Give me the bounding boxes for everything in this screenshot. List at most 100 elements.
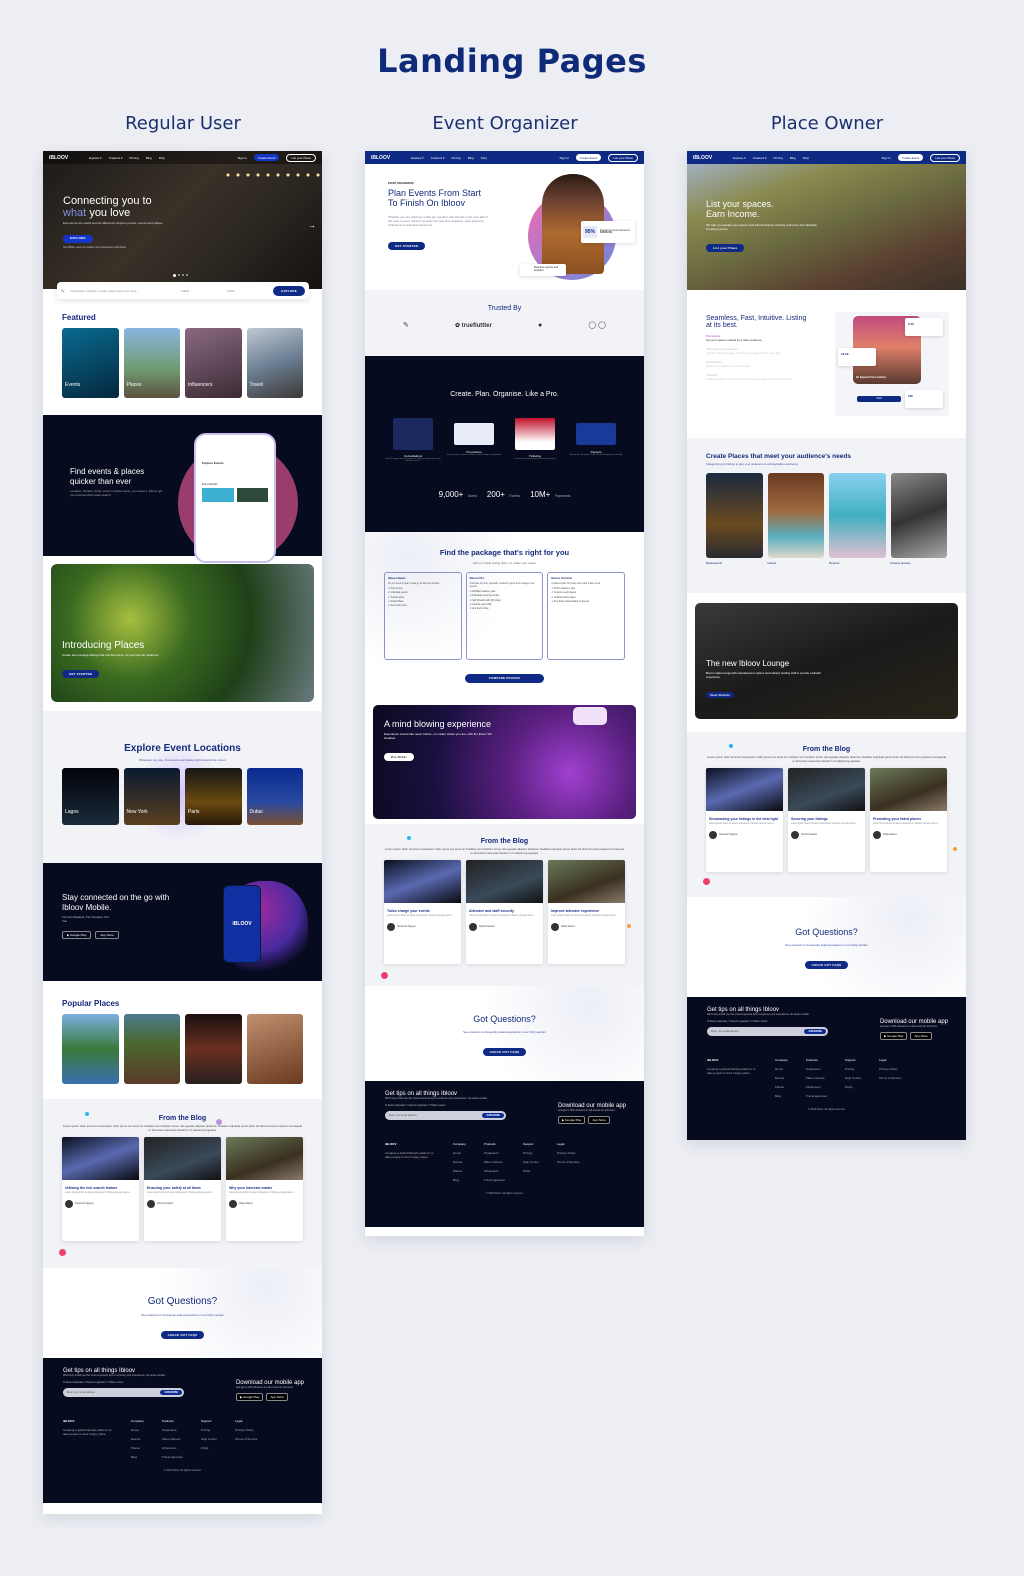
nav-creators[interactable]: Creators ▾ — [753, 156, 767, 160]
blog-card[interactable]: Turbo charge your events Lorem ipsum dolo… — [384, 859, 461, 964]
lounge-view-details-button[interactable]: View Details — [706, 692, 734, 698]
compare-pricing-button[interactable]: COMPARE PRICING — [464, 673, 545, 683]
email-input[interactable]: Enter your email address SUBSCRIBE — [707, 1027, 828, 1037]
faq-button[interactable]: CHECK OUT FAQS — [482, 1048, 527, 1056]
faq-button[interactable]: CHECK OUT FAQS — [804, 961, 849, 969]
hero-list-place-button[interactable]: List your Place — [706, 243, 745, 252]
plan-card-pro[interactable]: Ibloov Pro Full suite of tools, specially… — [465, 572, 544, 660]
google-play-button[interactable]: ▶ Google Play — [235, 1392, 264, 1401]
find-subtitle: Location, Creator, Artist, event or plac… — [70, 489, 163, 498]
nav-explore[interactable]: Explore ▾ — [411, 156, 424, 160]
hero-subtitle: Whether you are planning a little get to… — [388, 214, 488, 227]
google-play-button[interactable]: ▶ Google Play — [879, 1031, 908, 1040]
locations-subtitle: Wherever you are, find events and places… — [139, 758, 226, 762]
category-resorts[interactable]: Resorts — [829, 473, 886, 565]
featured-card-influencers[interactable]: Influencers — [185, 328, 242, 398]
blog-card[interactable]: Ensuring your safety at all times Lorem i… — [144, 1136, 221, 1241]
sign-in-link[interactable]: Sign In — [237, 156, 246, 160]
trusted-title: Trusted By — [487, 305, 522, 312]
popular-place-card[interactable] — [123, 1014, 180, 1084]
location-card-new-york[interactable]: New York — [123, 768, 180, 825]
subscribe-button[interactable]: SUBSCRIBE — [804, 1029, 826, 1035]
plan-card-basic[interactable]: Ibloov Basic All you need to start creati… — [384, 572, 462, 660]
hero-get-started-button[interactable]: GET STARTED — [388, 241, 426, 250]
blog-card[interactable]: Improve attendee experience Lorem ipsum d… — [548, 859, 625, 964]
app-store-button[interactable]: App Store — [95, 931, 119, 940]
create-event-button[interactable]: Create Event — [897, 154, 924, 161]
nav-pricing[interactable]: Pricing — [452, 156, 461, 160]
location-card-lagos[interactable]: Lagos — [62, 768, 119, 825]
list-place-button[interactable]: List your Place — [608, 153, 638, 162]
logo[interactable]: iBLOOV — [693, 155, 712, 161]
carousel-next-arrow-icon[interactable]: → — [308, 221, 316, 230]
nav-pricing[interactable]: Pricing — [130, 156, 139, 160]
nav-explore[interactable]: Explore ▾ — [733, 156, 746, 160]
popular-place-card[interactable] — [246, 1014, 303, 1084]
category-hotels[interactable]: Hotels — [767, 473, 824, 565]
location-card-dubai[interactable]: Dubai — [246, 768, 303, 825]
google-play-button[interactable]: ▶ Google Play — [62, 931, 92, 940]
find-events-section: Find events & places quicker than ever L… — [43, 415, 322, 563]
plan-feature: ✔ And much more... — [388, 605, 409, 608]
nav-faq[interactable]: FAQ — [481, 156, 487, 160]
email-input[interactable]: Enter your email address SUBSCRIBE — [385, 1111, 506, 1121]
nav-faq[interactable]: FAQ — [159, 156, 165, 160]
partner-logo-truefluttter: ✿ truefluttter — [454, 322, 492, 329]
popular-place-card[interactable] — [62, 1014, 119, 1084]
google-play-button[interactable]: ▶ Google Play — [557, 1115, 586, 1124]
carousel-dots[interactable] — [173, 274, 188, 277]
subscribe-button[interactable]: SUBSCRIBE — [482, 1113, 504, 1119]
blog-card[interactable]: Attendee and staff security Lorem ipsum d… — [466, 859, 543, 964]
app-store-button[interactable]: App Store — [588, 1115, 610, 1124]
nav-creators[interactable]: Creators ▾ — [431, 156, 445, 160]
app-store-button[interactable]: App Store — [910, 1031, 932, 1040]
hero-subtitle: Experience the world around differently.… — [63, 221, 164, 226]
nav-blog[interactable]: Blog — [468, 156, 474, 160]
featured-card-events[interactable]: Events — [62, 328, 119, 398]
subscribe-button[interactable]: SUBSCRIBE — [160, 1390, 182, 1396]
intro-title: Introducing Places — [62, 640, 145, 651]
nav-creators[interactable]: Creators ▾ — [109, 156, 123, 160]
featured-card-places[interactable]: Places — [123, 328, 180, 398]
introducing-places-banner: Introducing Places Create and manage lis… — [51, 564, 314, 702]
vr-subtitle: Experience events like never before, no … — [384, 732, 492, 740]
decorative-dot — [59, 1249, 66, 1256]
locations-title: Explore Event Locations — [124, 743, 241, 754]
intro-get-started-button[interactable]: GET STARTED — [62, 670, 100, 678]
categories-title: Create Places that meet your audience's … — [706, 453, 851, 460]
sign-in-link[interactable]: Sign In — [881, 156, 890, 160]
app-store-button[interactable]: App Store — [266, 1392, 288, 1401]
navbar: iBLOOV Explore ▾ Creators ▾ Pricing Blog FAQ… — [687, 151, 966, 164]
vr-preorder-button[interactable]: Pre-Order — [384, 753, 414, 761]
footer: Get tips on all things Ibloov We'll only… — [43, 1358, 322, 1503]
blog-card[interactable]: Securing your listings Lorem ipsum dolor … — [788, 767, 865, 872]
faq-button[interactable]: CHECK OUT FAQS — [160, 1331, 205, 1339]
nav-explore[interactable]: Explore ▾ — [89, 156, 102, 160]
category-restaurants[interactable]: Restaurants — [706, 473, 763, 565]
location-card-paris[interactable]: Paris — [185, 768, 242, 825]
create-event-button[interactable]: Create Event — [253, 154, 280, 161]
nav-faq[interactable]: FAQ — [803, 156, 809, 160]
logo[interactable]: iBLOOV — [49, 155, 68, 161]
plan-card-custom[interactable]: Ibloov Custom A tailored plan for those w… — [547, 572, 626, 660]
place-owner-landing-page: iBLOOV Explore ▾ Creators ▾ Pricing Blog FAQ… — [687, 151, 966, 1140]
blog-card[interactable]: Utilising the rich search feature Lorem i… — [62, 1136, 139, 1241]
list-place-button[interactable]: List your Place — [286, 153, 316, 162]
nav-blog[interactable]: Blog — [790, 156, 796, 160]
nav-pricing[interactable]: Pricing — [774, 156, 783, 160]
popular-place-card[interactable] — [185, 1014, 242, 1084]
blog-card[interactable]: Promoting your listed places Lorem ipsum … — [870, 767, 947, 872]
nav-blog[interactable]: Blog — [146, 156, 152, 160]
blog-section: From the Blog Lorem ipsum dolor sit amet… — [43, 1099, 322, 1268]
blog-card[interactable]: Why your interests matter Lorem ipsum dol… — [226, 1136, 303, 1241]
create-event-button[interactable]: Create Event — [575, 154, 602, 161]
partner-logo: ● — [538, 321, 543, 329]
email-input[interactable]: Enter your email address SUBSCRIBE — [63, 1388, 184, 1398]
hero-explore-button[interactable]: EXPLORE — [63, 235, 93, 243]
blog-card[interactable]: Showcasing your listings in the best lig… — [706, 767, 783, 872]
sign-in-link[interactable]: Sign In — [559, 156, 568, 160]
list-place-button[interactable]: List your Place — [930, 153, 960, 162]
logo[interactable]: iBLOOV — [371, 155, 390, 161]
category-fitness-spaces[interactable]: Fitness spaces — [890, 473, 947, 565]
featured-card-travel[interactable]: Travel — [246, 328, 303, 398]
